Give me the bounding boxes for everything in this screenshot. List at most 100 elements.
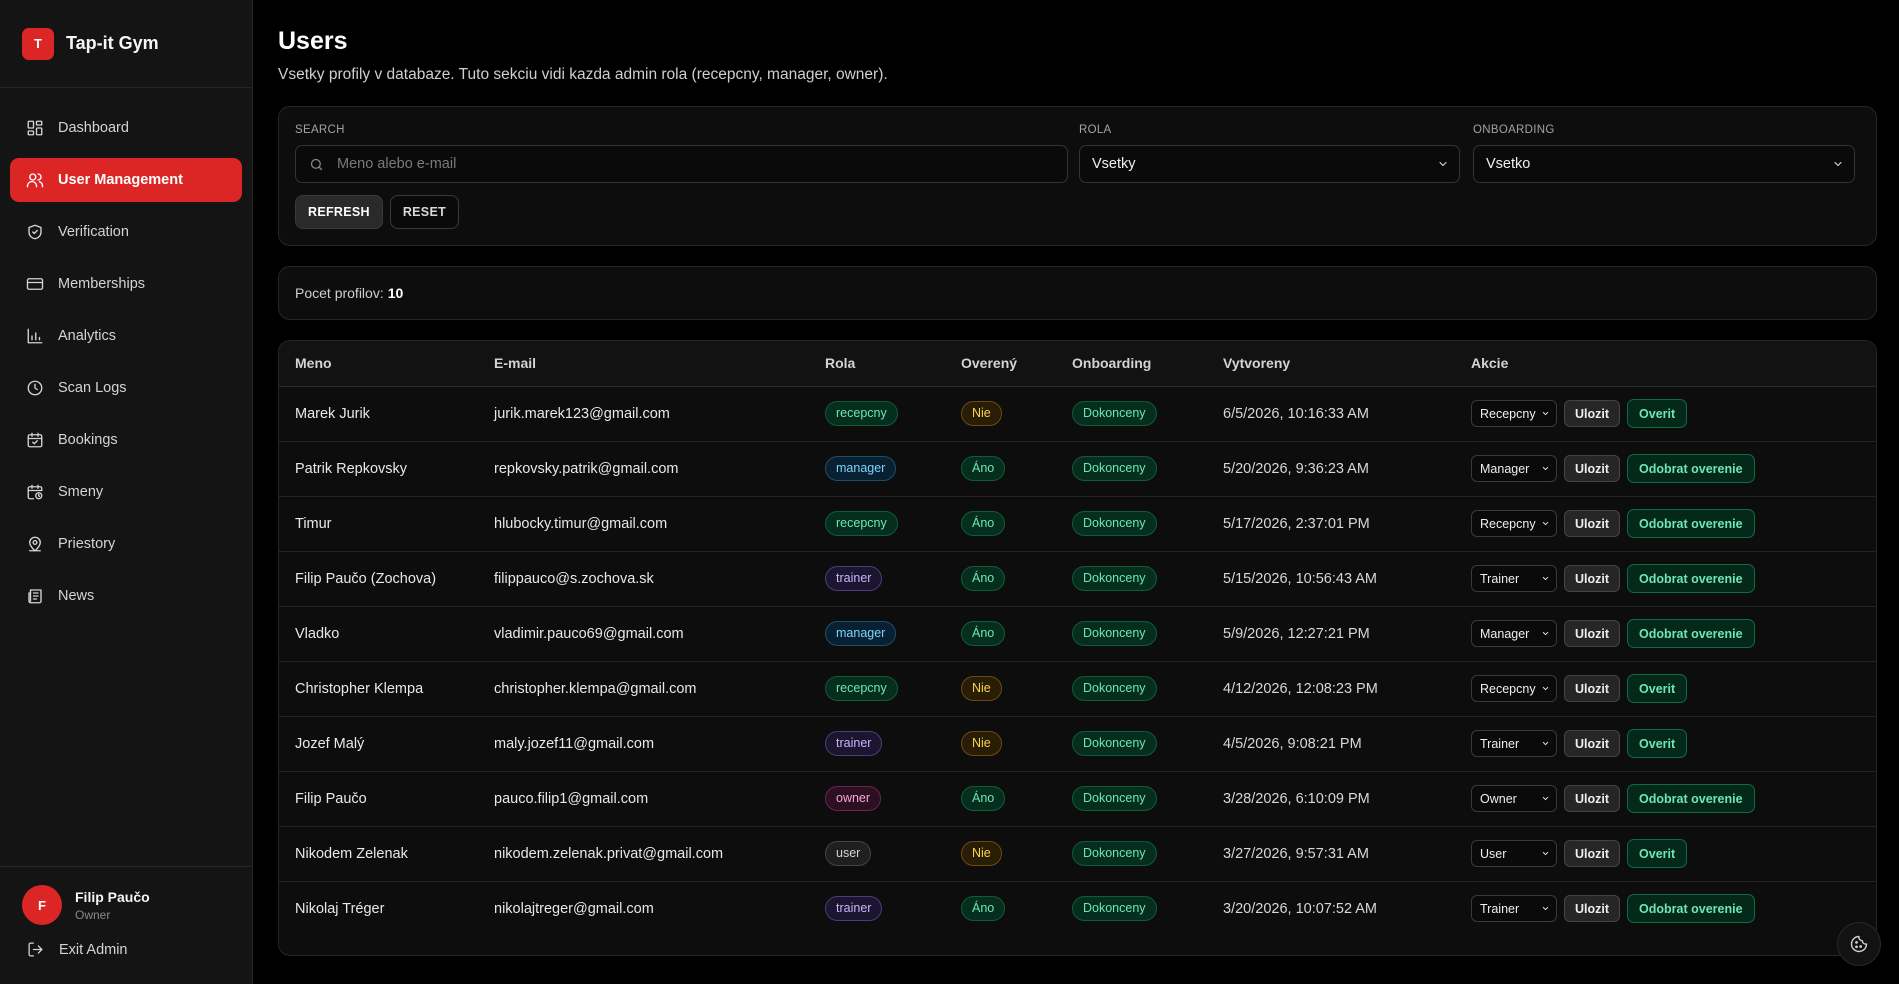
role-select[interactable]: User: [1471, 840, 1557, 867]
save-button[interactable]: Ulozit: [1564, 400, 1621, 427]
onboarding-filter-select[interactable]: Vsetko: [1473, 145, 1855, 183]
filter-buttons: REFRESH RESET: [295, 195, 460, 229]
verify-toggle-button[interactable]: Overit: [1627, 399, 1688, 428]
save-button[interactable]: Ulozit: [1564, 620, 1621, 647]
chevron-down-icon: [1542, 631, 1549, 636]
user-meta: Filip Paučo Owner: [75, 889, 150, 922]
onboarding-badge: Dokonceny: [1072, 566, 1157, 591]
role-filter-select[interactable]: Vsetky: [1079, 145, 1460, 183]
onboarding-badge: Dokonceny: [1072, 511, 1157, 536]
role-select[interactable]: Trainer: [1471, 895, 1557, 923]
search-input[interactable]: [337, 156, 1037, 172]
role-select[interactable]: Manager: [1471, 620, 1557, 647]
user-email-cell: jurik.marek123@gmail.com: [494, 386, 825, 442]
sidebar-item-dashboard[interactable]: Dashboard: [10, 106, 242, 150]
verified-badge: Nie: [961, 676, 1002, 701]
role-select[interactable]: Owner: [1471, 785, 1557, 812]
verify-toggle-button[interactable]: Odobrat overenie: [1627, 619, 1755, 648]
sidebar-item-bookings[interactable]: Bookings: [10, 418, 242, 462]
save-button[interactable]: Ulozit: [1564, 455, 1621, 482]
table-row: Christopher Klempa christopher.klempa@gm…: [279, 661, 1876, 717]
created-cell: 3/20/2026, 10:07:52 AM: [1223, 900, 1377, 917]
verify-toggle-button[interactable]: Odobrat overenie: [1627, 784, 1755, 813]
user-email-cell: hlubocky.timur@gmail.com: [494, 496, 825, 552]
cookie-settings-button[interactable]: [1837, 922, 1881, 966]
actions-cell: Recepcny Ulozit Overit: [1471, 661, 1876, 717]
refresh-button[interactable]: REFRESH: [295, 195, 383, 229]
actions-cell: Recepcny Ulozit Odobrat overenie: [1471, 496, 1876, 552]
verify-toggle-button[interactable]: Odobrat overenie: [1627, 454, 1755, 483]
users-icon: [26, 173, 44, 188]
profile-count-label: Pocet profilov:: [295, 285, 384, 301]
actions-cell: Recepcny Ulozit Overit: [1471, 386, 1876, 442]
search-label: SEARCH: [295, 124, 345, 136]
role-badge: recepcny: [825, 676, 898, 701]
save-button[interactable]: Ulozit: [1564, 840, 1621, 867]
chevron-down-icon: [1542, 796, 1549, 801]
brand: T Tap-it Gym: [0, 0, 252, 88]
role-select-value: Manager: [1480, 626, 1530, 641]
verified-cell: Nie: [961, 661, 1072, 717]
column-header-verified: Overený: [961, 341, 1072, 387]
table-row: Timur hlubocky.timur@gmail.com recepcny …: [279, 496, 1876, 552]
role-cell: recepcny: [825, 496, 961, 552]
verify-toggle-button[interactable]: Overit: [1627, 839, 1688, 868]
verified-badge: Áno: [961, 456, 1006, 481]
verify-toggle-button[interactable]: Overit: [1627, 729, 1688, 758]
role-select[interactable]: Recepcny: [1471, 675, 1557, 702]
user-email-cell: repkovsky.patrik@gmail.com: [494, 441, 825, 497]
role-badge: trainer: [825, 731, 883, 756]
user-name-cell: Nikodem Zelenak: [279, 826, 494, 882]
user-name: Filip Paučo: [75, 888, 150, 905]
user-email-cell: christopher.klempa@gmail.com: [494, 661, 825, 717]
actions-cell: Trainer Ulozit Odobrat overenie: [1471, 881, 1876, 936]
chevron-down-icon: [1542, 576, 1549, 581]
verify-toggle-button[interactable]: Odobrat overenie: [1627, 894, 1755, 924]
table-row: Jozef Malý maly.jozef11@gmail.com traine…: [279, 716, 1876, 772]
sidebar-item-scan-logs[interactable]: Scan Logs: [10, 366, 242, 410]
verify-toggle-button[interactable]: Odobrat overenie: [1627, 564, 1755, 593]
chevron-down-icon: [1542, 521, 1549, 526]
role-select[interactable]: Trainer: [1471, 730, 1557, 757]
search-field[interactable]: [295, 145, 1068, 183]
profile-count: Pocet profilov: 10: [278, 266, 1877, 320]
save-button[interactable]: Ulozit: [1564, 895, 1621, 923]
sidebar-item-priestory[interactable]: Priestory: [10, 522, 242, 566]
role-select[interactable]: Recepcny: [1471, 400, 1557, 427]
role-select[interactable]: Trainer: [1471, 565, 1557, 592]
sidebar-item-memberships[interactable]: Memberships: [10, 262, 242, 306]
sidebar-item-verification[interactable]: Verification: [10, 210, 242, 254]
table-row: Patrik Repkovsky repkovsky.patrik@gmail.…: [279, 441, 1876, 497]
save-button[interactable]: Ulozit: [1564, 510, 1621, 537]
onboarding-badge: Dokonceny: [1072, 841, 1157, 866]
onboarding-badge: Dokonceny: [1072, 456, 1157, 481]
save-button[interactable]: Ulozit: [1564, 675, 1621, 702]
sidebar-item-smeny[interactable]: Smeny: [10, 470, 242, 514]
save-button[interactable]: Ulozit: [1564, 785, 1621, 812]
table-row: Vladko vladimir.pauco69@gmail.com manage…: [279, 606, 1876, 662]
onboarding-cell: Dokonceny: [1072, 881, 1223, 936]
chevron-down-icon: [1439, 161, 1447, 167]
verified-badge: Áno: [961, 896, 1006, 922]
save-button[interactable]: Ulozit: [1564, 730, 1621, 757]
sidebar-item-user-management[interactable]: User Management: [10, 158, 242, 202]
role-select[interactable]: Manager: [1471, 455, 1557, 482]
exit-admin-button[interactable]: Exit Admin: [0, 925, 252, 958]
role-cell: owner: [825, 771, 961, 827]
verified-badge: Áno: [961, 511, 1006, 536]
row-actions: Owner Ulozit Odobrat overenie: [1471, 784, 1876, 813]
users-table-card: Meno E-mail Rola Overený Onboarding Vytv…: [278, 340, 1877, 956]
avatar: F: [22, 885, 62, 925]
column-header-role: Rola: [825, 341, 961, 387]
role-cell: recepcny: [825, 661, 961, 717]
brand-logo: T: [22, 27, 54, 60]
save-button[interactable]: Ulozit: [1564, 565, 1621, 592]
verify-toggle-button[interactable]: Odobrat overenie: [1627, 509, 1755, 538]
role-badge: trainer: [825, 566, 883, 591]
role-select[interactable]: Recepcny: [1471, 510, 1557, 537]
reset-button[interactable]: RESET: [389, 195, 460, 229]
verify-toggle-button[interactable]: Overit: [1627, 674, 1688, 703]
sidebar-item-analytics[interactable]: Analytics: [10, 314, 242, 358]
sidebar-item-news[interactable]: News: [10, 574, 242, 618]
created-cell: 3/27/2026, 9:57:31 AM: [1223, 826, 1471, 882]
